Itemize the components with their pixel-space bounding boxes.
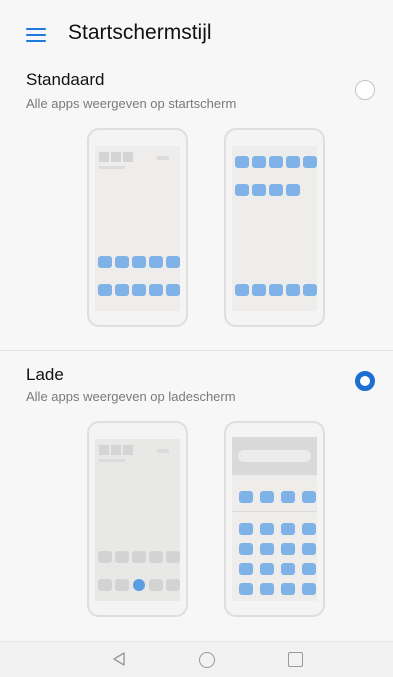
app-icon [303, 156, 317, 168]
radio-standaard[interactable] [355, 80, 375, 100]
app-icon [132, 256, 146, 268]
preview-home-screen [87, 128, 188, 327]
weather-widget [157, 449, 169, 453]
app-icon [252, 184, 266, 196]
app-icon [286, 156, 300, 168]
app-icon [252, 284, 266, 296]
app-icon [132, 551, 146, 563]
radio-lade[interactable] [355, 371, 375, 391]
system-navigation-bar [0, 641, 393, 677]
widget-line [99, 166, 125, 169]
drawer-search-bar [238, 450, 311, 462]
app-icon [286, 284, 300, 296]
app-icon [98, 284, 112, 296]
app-icon [281, 491, 295, 503]
app-icon [302, 543, 316, 555]
widget-block [111, 152, 121, 162]
app-icon [302, 583, 316, 595]
widget-line [99, 459, 125, 462]
app-icon [149, 256, 163, 268]
app-icon [235, 156, 249, 168]
app-icon [115, 551, 129, 563]
preview-screen [232, 437, 317, 601]
drawer-separator [232, 511, 317, 512]
drawer-header [232, 437, 317, 475]
app-icon [149, 579, 163, 591]
app-icon [239, 523, 253, 535]
app-icon [166, 551, 180, 563]
app-icon [286, 184, 300, 196]
widget-block [123, 152, 133, 162]
app-icon [281, 543, 295, 555]
app-icon [260, 563, 274, 575]
app-icon [302, 563, 316, 575]
app-icon [98, 256, 112, 268]
widget-block [123, 445, 133, 455]
app-icon [269, 284, 283, 296]
app-icon [239, 583, 253, 595]
preview-screen [95, 146, 180, 311]
circle-home-icon[interactable] [199, 652, 215, 668]
app-icon [235, 284, 249, 296]
app-icon [115, 579, 129, 591]
app-icon [260, 523, 274, 535]
option-title: Lade [26, 365, 64, 384]
preview-home-with-drawer [87, 421, 188, 617]
app-icon [166, 579, 180, 591]
app-icon [235, 184, 249, 196]
app-drawer-icon [133, 579, 145, 591]
widget-block [111, 445, 121, 455]
app-icon [98, 551, 112, 563]
square-recents-icon[interactable] [288, 652, 303, 667]
app-icon [149, 551, 163, 563]
app-icon [166, 284, 180, 296]
widget-block [99, 152, 109, 162]
option-subtitle: Alle apps weergeven op startscherm [26, 96, 237, 111]
app-icon [260, 543, 274, 555]
app-icon [239, 563, 253, 575]
triangle-back-icon[interactable] [111, 651, 127, 667]
app-icon [302, 523, 316, 535]
app-icon [115, 256, 129, 268]
option-lade[interactable]: Lade Alle apps weergeven op ladescherm [0, 351, 393, 641]
option-standaard[interactable]: Standaard Alle apps weergeven op startsc… [0, 64, 393, 350]
app-icon [281, 563, 295, 575]
weather-widget [157, 156, 169, 160]
app-icon [98, 579, 112, 591]
page-title: Startschermstijl [68, 21, 212, 44]
option-subtitle: Alle apps weergeven op ladescherm [26, 389, 236, 404]
app-icon [302, 491, 316, 503]
app-icon [281, 583, 295, 595]
preview-screen [95, 439, 180, 601]
option-title: Standaard [26, 70, 105, 89]
app-icon [281, 523, 295, 535]
preview-screen [232, 146, 317, 311]
app-icon [260, 583, 274, 595]
app-icon [149, 284, 163, 296]
app-icon [239, 491, 253, 503]
app-icon [115, 284, 129, 296]
app-icon [239, 543, 253, 555]
app-icon [269, 156, 283, 168]
app-icon [303, 284, 317, 296]
preview-app-grid [224, 128, 325, 327]
app-icon [166, 256, 180, 268]
app-icon [260, 491, 274, 503]
widget-block [99, 445, 109, 455]
app-bar: Startschermstijl [0, 0, 393, 64]
preview-app-drawer [224, 421, 325, 617]
hamburger-menu-icon[interactable] [26, 28, 46, 42]
app-icon [132, 284, 146, 296]
app-icon [269, 184, 283, 196]
app-icon [252, 156, 266, 168]
